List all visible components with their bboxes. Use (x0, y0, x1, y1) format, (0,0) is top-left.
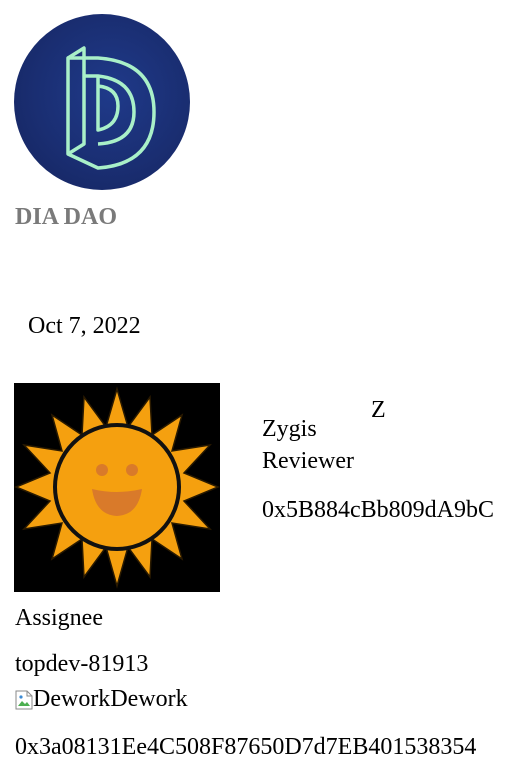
dao-name[interactable]: DIA DAO (15, 204, 117, 231)
assignee-role-label: Assignee (15, 605, 103, 631)
task-date: Oct 7, 2022 (28, 313, 141, 339)
reviewer-name[interactable]: Zygis (262, 416, 317, 443)
reviewer-role-label: Reviewer (262, 448, 354, 474)
source-link[interactable]: Dework Dework (15, 686, 188, 713)
reviewer-wallet-address[interactable]: 0x5B884cBb809dA9bC (262, 497, 512, 524)
source-label[interactable]: Dework (110, 686, 187, 713)
source-icon-alt-text: Dework (33, 686, 111, 712)
assignee-avatar[interactable] (14, 383, 220, 592)
assignee-username[interactable]: topdev-81913 (15, 651, 148, 678)
sun-smiley-avatar-icon (14, 386, 220, 589)
dao-d-logo-icon (66, 46, 156, 170)
reviewer-avatar-initial: Z (371, 397, 386, 423)
dao-logo[interactable] (14, 14, 190, 190)
broken-image-icon (15, 690, 33, 710)
assignee-wallet-address[interactable]: 0x3a08131Ee4C508F87650D7d7EB401538354 (15, 734, 512, 761)
